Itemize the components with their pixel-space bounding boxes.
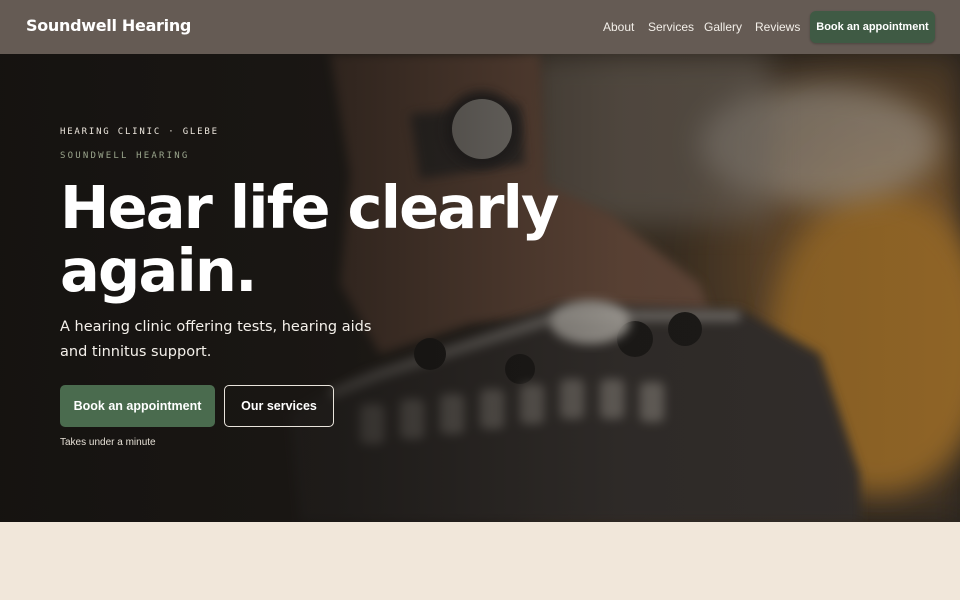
site-header: Soundwell Hearing About Services Gallery… [0, 0, 960, 54]
nav-link-gallery[interactable]: Gallery [704, 20, 742, 34]
hero-section: HEARING CLINIC · GLEBE SOUNDWELL HEARING… [0, 54, 960, 522]
header-book-appointment-button[interactable]: Book an appointment [810, 11, 935, 43]
next-section [0, 522, 960, 600]
our-services-label: Our services [241, 399, 317, 413]
nav-link-reviews[interactable]: Reviews [755, 20, 800, 34]
our-services-button[interactable]: Our services [224, 385, 334, 427]
nav-link-about[interactable]: About [603, 20, 634, 34]
book-appointment-button[interactable]: Book an appointment [60, 385, 215, 427]
hero-title: Hear life clearly again. [60, 173, 560, 305]
hero-subtitle: A hearing clinic offering tests, hearing… [60, 319, 372, 360]
header-book-appointment-label: Book an appointment [816, 21, 929, 33]
nav-link-services[interactable]: Services [648, 20, 694, 34]
hero-eyebrow: HEARING CLINIC · GLEBE [60, 127, 219, 137]
book-appointment-label: Book an appointment [73, 399, 202, 413]
brand-logo[interactable]: Soundwell Hearing [26, 16, 191, 35]
booking-time-hint: Takes under a minute [60, 437, 156, 448]
hero-eyebrow-secondary: SOUNDWELL HEARING [60, 151, 190, 161]
